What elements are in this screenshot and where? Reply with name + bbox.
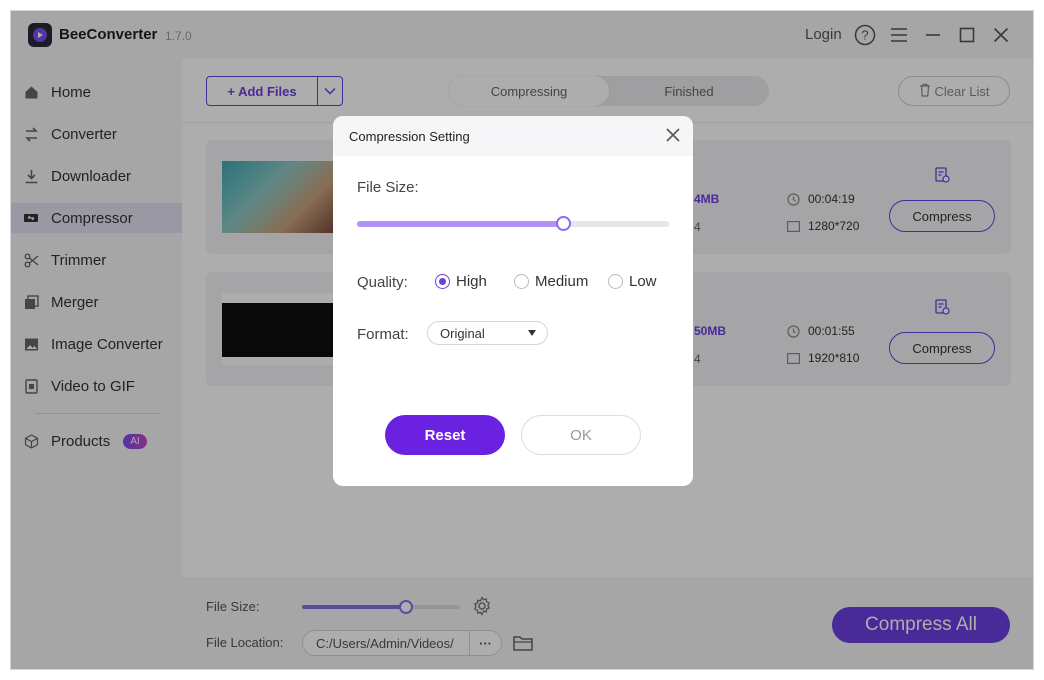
slider-fill <box>357 221 563 227</box>
caret-down-icon <box>528 330 536 336</box>
format-label: Format: <box>357 326 409 343</box>
radio-label: Low <box>629 273 657 290</box>
file-size-slider[interactable] <box>357 216 669 231</box>
format-value: Original <box>440 325 485 341</box>
radio-indicator <box>514 274 529 289</box>
dialog-title: Compression Setting <box>349 129 470 144</box>
compression-setting-dialog: Compression Setting File Size: Quality: … <box>333 116 693 486</box>
reset-button[interactable]: Reset <box>385 415 505 455</box>
radio-indicator <box>435 274 450 289</box>
ok-button[interactable]: OK <box>521 415 641 455</box>
file-size-label: File Size: <box>357 179 419 196</box>
radio-label: Medium <box>535 273 589 290</box>
radio-indicator <box>608 274 623 289</box>
close-icon[interactable] <box>665 127 683 145</box>
quality-medium-radio[interactable]: Medium <box>514 273 588 290</box>
quality-label: Quality: <box>357 274 408 291</box>
format-select[interactable]: Original <box>427 321 548 345</box>
radio-label: High <box>456 273 487 290</box>
quality-low-radio[interactable]: Low <box>608 273 657 290</box>
dialog-header: Compression Setting <box>333 116 693 156</box>
slider-thumb[interactable] <box>555 216 571 231</box>
app-window: BeeConverter 1.7.0 Login ? Home Converte… <box>10 10 1034 670</box>
quality-high-radio[interactable]: High <box>435 273 487 290</box>
